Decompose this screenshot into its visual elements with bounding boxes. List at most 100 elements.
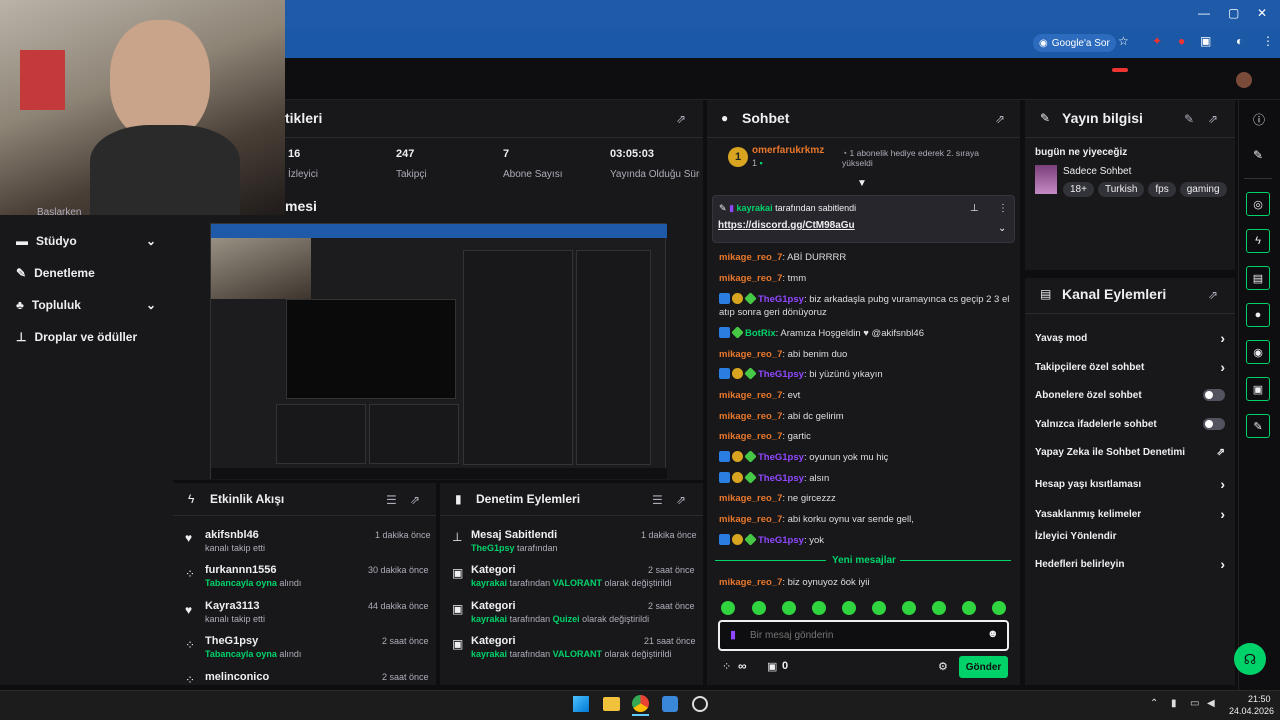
sidebar-item-community[interactable]: ♣ Topluluk ⌄ bbox=[16, 298, 156, 312]
action-account-age[interactable]: Hesap yaşı kısıtlaması › bbox=[1035, 476, 1225, 492]
tag[interactable]: gaming bbox=[1179, 182, 1227, 197]
action-sub-only[interactable]: Abonelere özel sohbet bbox=[1035, 389, 1225, 401]
chat-icon[interactable]: ● bbox=[1246, 303, 1270, 327]
action-banned-words[interactable]: Yasaklanmış kelimeler › bbox=[1035, 506, 1225, 522]
pinned-link[interactable]: https://discord.gg/CtM98aGu bbox=[718, 220, 855, 231]
info-icon[interactable]: ⓘ bbox=[1253, 111, 1265, 128]
popout-icon[interactable]: ⇗ bbox=[1208, 112, 1218, 126]
clock-time[interactable]: 21:50 bbox=[1248, 694, 1271, 704]
tag[interactable]: fps bbox=[1148, 182, 1176, 197]
maximize-icon[interactable]: ▢ bbox=[1228, 6, 1239, 20]
unpin-icon[interactable]: ⊥ bbox=[970, 203, 979, 214]
pinned-by-user[interactable]: kayrakai bbox=[737, 203, 773, 213]
mod-user[interactable]: kayrakai bbox=[471, 614, 507, 624]
chat-user[interactable]: TheG1psy bbox=[758, 473, 804, 484]
action-goals[interactable]: Hedefleri belirleyin › bbox=[1035, 556, 1225, 572]
action-ai-moderation[interactable]: Yapay Zeka ile Sohbet Denetimi ⇗ bbox=[1035, 447, 1225, 458]
mic-icon[interactable]: ▮ bbox=[730, 628, 736, 641]
emote-icon[interactable] bbox=[812, 601, 826, 615]
popout-icon[interactable]: ⇗ bbox=[676, 493, 686, 507]
sidebar-item-moderation[interactable]: ✎ Denetleme bbox=[16, 266, 156, 280]
chat-user[interactable]: mikage_reo_7 bbox=[719, 273, 782, 284]
category-name[interactable]: Sadece Sohbet bbox=[1063, 166, 1131, 177]
chat-user[interactable]: TheG1psy bbox=[758, 369, 804, 380]
popout-icon[interactable]: ⇗ bbox=[995, 112, 1005, 126]
wrench-icon[interactable]: ✎ bbox=[1246, 414, 1270, 438]
send-button[interactable]: Gönder bbox=[959, 656, 1008, 678]
ads-icon[interactable]: ▣ bbox=[1246, 377, 1270, 401]
edit-icon[interactable]: ✎ bbox=[1184, 112, 1194, 126]
tag[interactable]: 18+ bbox=[1063, 182, 1094, 197]
chat-user[interactable]: mikage_reo_7 bbox=[719, 411, 782, 422]
category-thumbnail[interactable] bbox=[1035, 165, 1057, 194]
volume-icon[interactable]: ◀ bbox=[1207, 698, 1215, 709]
action-raid[interactable]: İzleyici Yönlendir bbox=[1035, 531, 1225, 542]
popout-icon[interactable]: ⇗ bbox=[1208, 288, 1218, 302]
google-sor-button[interactable]: ◉ Google'a Sor bbox=[1033, 34, 1116, 52]
emoji-icon[interactable]: ☻ bbox=[987, 628, 999, 640]
chat-user[interactable]: mikage_reo_7 bbox=[719, 514, 782, 525]
tag[interactable]: Turkish bbox=[1097, 182, 1145, 197]
chrome-icon[interactable] bbox=[632, 695, 649, 712]
action-follower-only[interactable]: Takipçilere özel sohbet › bbox=[1035, 359, 1225, 375]
gift-icon[interactable]: ▣ bbox=[767, 660, 777, 673]
mod-user[interactable]: kayrakai bbox=[471, 649, 507, 659]
bookmark-star-icon[interactable]: ☆ bbox=[1118, 34, 1129, 48]
chat-user[interactable]: BotRix bbox=[745, 328, 776, 339]
more-icon[interactable]: ⋮ bbox=[998, 203, 1008, 214]
mic-icon[interactable]: ▮ bbox=[1171, 698, 1177, 709]
extension-icon[interactable]: ● bbox=[1178, 34, 1185, 48]
action-slow-mode[interactable]: Yavaş mod › bbox=[1035, 330, 1225, 346]
minimize-icon[interactable]: — bbox=[1198, 6, 1210, 20]
profile-icon[interactable]: ◐ bbox=[1236, 34, 1243, 48]
feed-user[interactable]: melinconico bbox=[205, 671, 269, 684]
collapse-icon[interactable]: ▼ bbox=[857, 178, 867, 189]
chat-user[interactable]: mikage_reo_7 bbox=[719, 577, 782, 588]
notes-icon[interactable]: ▤ bbox=[1246, 266, 1270, 290]
browser-menu-icon[interactable]: ⋮ bbox=[1262, 34, 1274, 48]
mod-user[interactable]: kayrakai bbox=[471, 578, 507, 588]
extensions-puzzle-icon[interactable]: ▣ bbox=[1200, 34, 1211, 48]
windows-start-icon[interactable] bbox=[573, 696, 589, 712]
popout-icon[interactable]: ⇗ bbox=[410, 493, 420, 507]
mod-user[interactable]: TheG1psy bbox=[471, 543, 515, 553]
feed-user[interactable]: furkannn1556 bbox=[205, 564, 277, 576]
action-emote-only[interactable]: Yalnızca ifadelerle sohbet bbox=[1035, 418, 1225, 430]
chat-user[interactable]: TheG1psy bbox=[758, 452, 804, 463]
stream-preview-video[interactable] bbox=[210, 223, 667, 479]
popout-icon[interactable]: ⇗ bbox=[676, 112, 686, 126]
emote-icon[interactable] bbox=[992, 601, 1006, 615]
close-icon[interactable]: ✕ bbox=[1257, 6, 1267, 20]
chat-input[interactable] bbox=[750, 627, 970, 643]
filter-icon[interactable]: ☰ bbox=[652, 493, 663, 507]
lightning-icon[interactable]: ϟ bbox=[1246, 229, 1270, 253]
emote-icon[interactable] bbox=[782, 601, 796, 615]
file-explorer-icon[interactable] bbox=[603, 697, 620, 711]
extension-icon[interactable]: ✦ bbox=[1152, 34, 1162, 48]
app-icon[interactable] bbox=[662, 696, 678, 712]
emote-icon[interactable] bbox=[872, 601, 886, 615]
sidebar-item-partial[interactable]: Başlarken bbox=[37, 207, 81, 215]
toggle-switch[interactable] bbox=[1203, 418, 1225, 430]
clip-icon[interactable]: ◎ bbox=[1246, 192, 1270, 216]
emote-icon[interactable] bbox=[962, 601, 976, 615]
toggle-switch[interactable] bbox=[1203, 389, 1225, 401]
obs-icon[interactable] bbox=[692, 696, 708, 712]
chat-user[interactable]: mikage_reo_7 bbox=[719, 390, 782, 401]
chat-user[interactable]: TheG1psy bbox=[758, 294, 804, 305]
feed-user[interactable]: akifsnbl46 bbox=[205, 529, 259, 541]
help-headset-button[interactable]: ☊ bbox=[1234, 643, 1266, 675]
emote-icon[interactable] bbox=[842, 601, 856, 615]
feed-user[interactable]: Kayra3113 bbox=[205, 600, 259, 612]
filter-icon[interactable]: ☰ bbox=[386, 493, 397, 507]
chat-user[interactable]: mikage_reo_7 bbox=[719, 349, 782, 360]
feed-user[interactable]: TheG1psy bbox=[205, 635, 258, 647]
sidebar-item-studio[interactable]: ▬ Stüdyo ⌄ bbox=[16, 234, 156, 248]
tray-arrow-icon[interactable]: ⌃ bbox=[1150, 698, 1158, 709]
chat-user[interactable]: mikage_reo_7 bbox=[719, 431, 782, 442]
channel-points-icon[interactable]: ⁘ bbox=[722, 660, 731, 673]
chat-user[interactable]: TheG1psy bbox=[758, 535, 804, 546]
broadcast-icon[interactable]: ◉ bbox=[1246, 340, 1270, 364]
chat-user[interactable]: mikage_reo_7 bbox=[719, 252, 782, 263]
sidebar-item-drops[interactable]: ⊥ Droplar ve ödüller bbox=[16, 330, 156, 344]
